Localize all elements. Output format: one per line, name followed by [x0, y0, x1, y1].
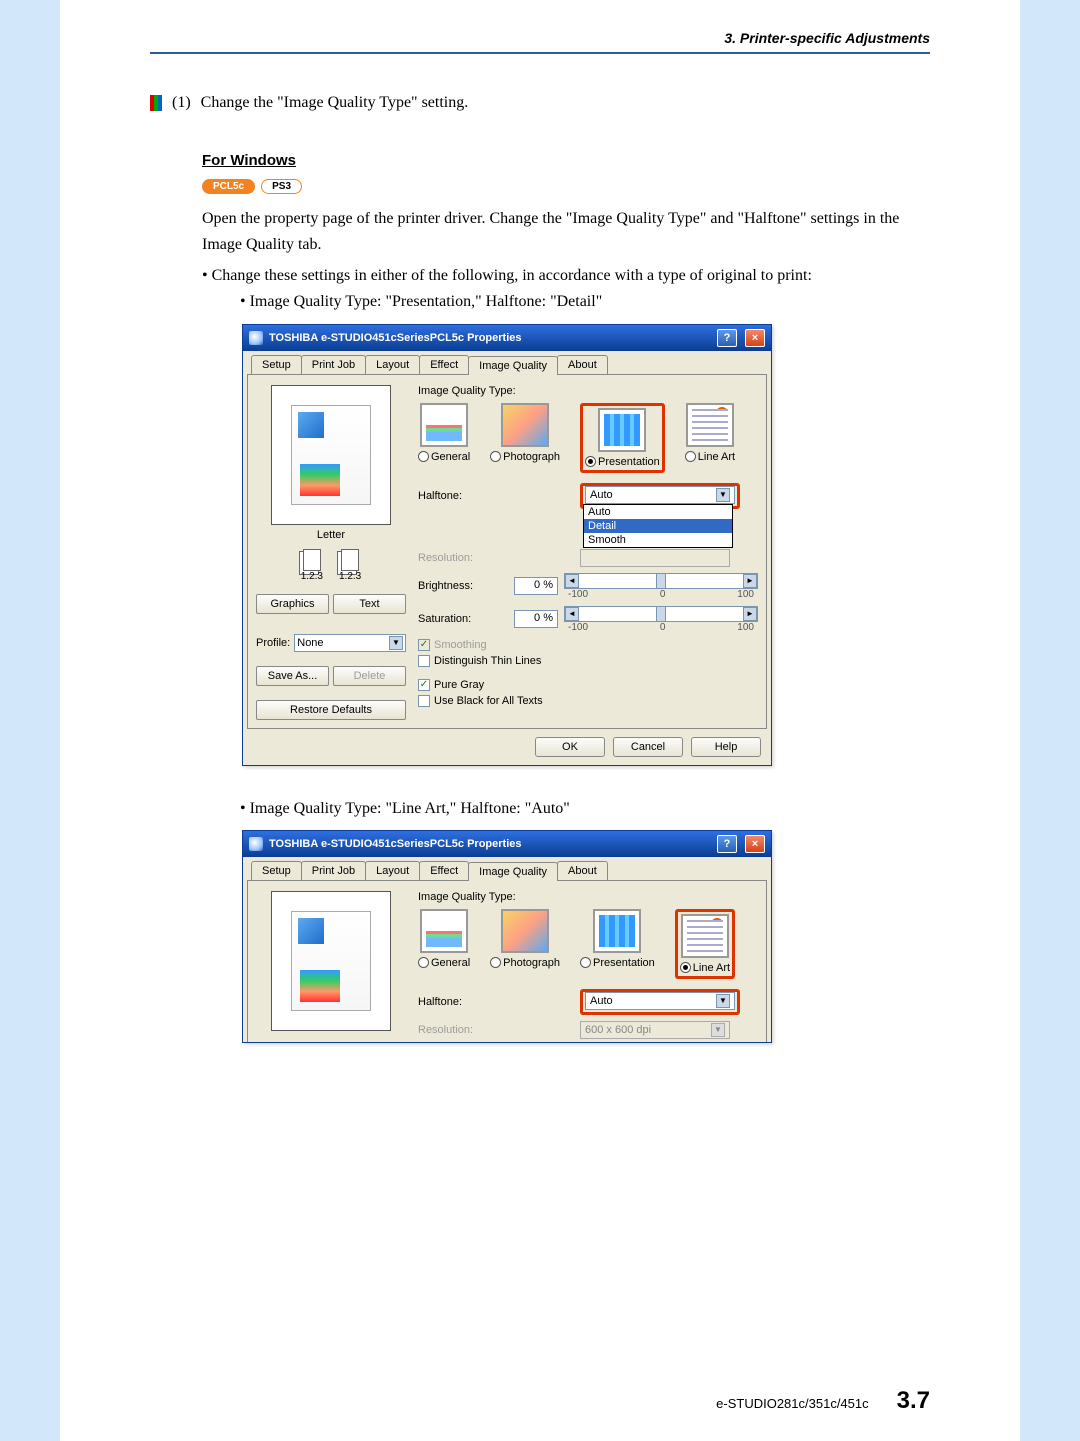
restore-defaults-button[interactable]: Restore Defaults: [256, 700, 406, 720]
properties-dialog-1: TOSHIBA e-STUDIO451cSeriesPCL5c Properti…: [242, 324, 772, 766]
halftone-dropdown[interactable]: Auto▼: [585, 486, 735, 504]
ok-button[interactable]: OK: [535, 737, 605, 757]
tab-setup-2[interactable]: Setup: [251, 861, 302, 880]
close-button[interactable]: ×: [745, 329, 765, 347]
cancel-button[interactable]: Cancel: [613, 737, 683, 757]
badge-ps3: PS3: [261, 179, 302, 194]
iqt-presentation-2[interactable]: Presentation: [580, 909, 655, 979]
text-button[interactable]: Text: [333, 594, 406, 614]
saturation-slider[interactable]: ◄►: [564, 606, 758, 622]
iqt-general[interactable]: General: [418, 403, 470, 473]
preview-label: Letter: [317, 529, 345, 541]
halftone-dropdown-2[interactable]: Auto▼: [585, 992, 735, 1010]
tab-effect-2[interactable]: Effect: [419, 861, 469, 880]
footer-model: e-STUDIO281c/351c/451c: [716, 1396, 868, 1411]
tab-image-quality-2[interactable]: Image Quality: [468, 862, 558, 881]
tab-strip: Setup Print Job Layout Effect Image Qual…: [247, 355, 767, 374]
bullet-main: • Change these settings in either of the…: [202, 263, 930, 289]
tab-printjob[interactable]: Print Job: [301, 355, 366, 374]
config2-line: • Image Quality Type: "Line Art," Halfto…: [240, 796, 930, 822]
iqt-presentation[interactable]: Presentation: [580, 403, 665, 473]
profile-dropdown[interactable]: None▼: [294, 634, 406, 652]
halftone-opt-detail[interactable]: Detail: [584, 519, 732, 533]
help-action-button[interactable]: Help: [691, 737, 761, 757]
iqt-label: Image Quality Type:: [418, 385, 758, 397]
halftone-opt-smooth[interactable]: Smooth: [584, 533, 732, 547]
dialog-title: TOSHIBA e-STUDIO451cSeriesPCL5c Properti…: [269, 332, 521, 344]
config1-line: • Image Quality Type: "Presentation," Ha…: [240, 289, 930, 315]
intro-paragraph: Open the property page of the printer dr…: [202, 206, 930, 259]
iqt-general-2[interactable]: General: [418, 909, 470, 979]
brightness-label: Brightness:: [418, 580, 508, 592]
resolution-dropdown: [580, 549, 730, 567]
footer-page-number: 3.7: [897, 1387, 930, 1415]
brightness-slider[interactable]: ◄►: [564, 573, 758, 589]
titlebar: TOSHIBA e-STUDIO451cSeriesPCL5c Properti…: [243, 325, 771, 351]
saturation-label: Saturation:: [418, 613, 508, 625]
thin-lines-checkbox[interactable]: [418, 655, 430, 667]
help-button-2[interactable]: ?: [717, 835, 737, 853]
halftone-label: Halftone:: [418, 490, 508, 502]
rgb-icon: [150, 95, 162, 111]
iqt-photograph[interactable]: Photograph: [490, 403, 560, 473]
halftone-opt-auto[interactable]: Auto: [584, 505, 732, 519]
iqt-photograph-2[interactable]: Photograph: [490, 909, 560, 979]
resolution-dropdown-2: 600 x 600 dpi▼: [580, 1021, 730, 1039]
black-texts-checkbox[interactable]: [418, 695, 430, 707]
titlebar-2: TOSHIBA e-STUDIO451cSeriesPCL5c Properti…: [243, 831, 771, 857]
resolution-label: Resolution:: [418, 552, 508, 564]
pure-gray-checkbox[interactable]: [418, 679, 430, 691]
help-button[interactable]: ?: [717, 329, 737, 347]
halftone-dropdown-list[interactable]: Auto Detail Smooth: [583, 504, 733, 548]
tab-layout[interactable]: Layout: [365, 355, 420, 374]
close-button-2[interactable]: ×: [745, 835, 765, 853]
page-footer: e-STUDIO281c/351c/451c 3.7: [150, 1387, 930, 1415]
tab-about[interactable]: About: [557, 355, 608, 374]
subheading-for-windows: For Windows: [202, 152, 930, 169]
halftone-label-2: Halftone:: [418, 996, 508, 1008]
tab-layout-2[interactable]: Layout: [365, 861, 420, 880]
iqt-label-2: Image Quality Type:: [418, 891, 758, 903]
step-text: Change the "Image Quality Type" setting.: [201, 94, 469, 112]
tab-image-quality[interactable]: Image Quality: [468, 356, 558, 375]
tab-strip-2: Setup Print Job Layout Effect Image Qual…: [247, 861, 767, 880]
badge-pcl5c: PCL5c: [202, 179, 255, 194]
properties-dialog-2: TOSHIBA e-STUDIO451cSeriesPCL5c Properti…: [242, 830, 772, 1043]
profile-label: Profile:: [256, 637, 290, 649]
tab-printjob-2[interactable]: Print Job: [301, 861, 366, 880]
iqt-lineart-2[interactable]: Line Art: [675, 909, 735, 979]
step-number: (1): [172, 94, 191, 112]
saturation-value: 0 %: [514, 610, 558, 628]
collate-thumb-2: 1.2.3: [339, 549, 361, 582]
delete-button: Delete: [333, 666, 406, 686]
preview-box-2: [271, 891, 391, 1031]
app-icon-2: [249, 837, 263, 851]
smoothing-checkbox: [418, 639, 430, 651]
collate-thumb-1: 1.2.3: [301, 549, 323, 582]
driver-badges: PCL5c PS3: [202, 179, 930, 194]
resolution-label-2: Resolution:: [418, 1024, 508, 1036]
preview-box: [271, 385, 391, 525]
dialog-title-2: TOSHIBA e-STUDIO451cSeriesPCL5c Properti…: [269, 838, 521, 850]
tab-setup[interactable]: Setup: [251, 355, 302, 374]
graphics-button[interactable]: Graphics: [256, 594, 329, 614]
iqt-lineart[interactable]: Line Art: [685, 403, 735, 473]
tab-effect[interactable]: Effect: [419, 355, 469, 374]
save-as-button[interactable]: Save As...: [256, 666, 329, 686]
step-row: (1) Change the "Image Quality Type" sett…: [150, 94, 930, 112]
brightness-value: 0 %: [514, 577, 558, 595]
app-icon: [249, 331, 263, 345]
section-header: 3. Printer-specific Adjustments: [150, 30, 930, 54]
tab-about-2[interactable]: About: [557, 861, 608, 880]
